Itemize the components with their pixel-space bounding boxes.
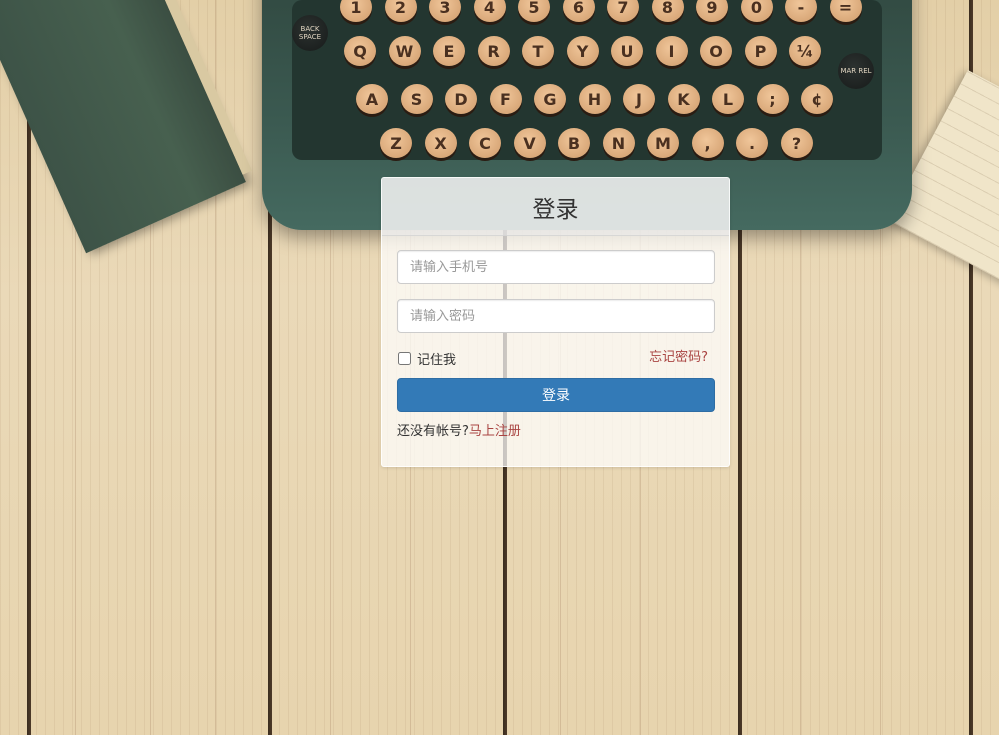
typewriter-key: ; (756, 84, 789, 114)
mar-rel-label: MAR REL (840, 67, 872, 75)
typewriter-key: U (611, 36, 643, 66)
remember-me[interactable]: 记住我 (397, 349, 457, 368)
typewriter-key: T (522, 36, 554, 66)
password-input[interactable] (397, 299, 715, 333)
back-space-label: BACK SPACE (298, 25, 322, 41)
login-button[interactable]: 登录 (397, 378, 715, 412)
login-title: 登录 (532, 196, 579, 223)
typewriter-key: S (400, 84, 433, 114)
typewriter-key: R (477, 36, 510, 66)
typewriter-key: B (558, 128, 590, 158)
typewriter-key: F (489, 84, 522, 114)
register-prompt: 还没有帐号?马上注册 (397, 423, 521, 441)
typewriter-key: W (388, 36, 421, 66)
typewriter-key: ¢ (801, 84, 833, 114)
remember-me-label: 记住我 (417, 352, 457, 368)
mar-rel-key: MAR REL (838, 53, 874, 89)
login-panel: 登录 记住我 忘记密码? 登录 还没有帐号?马上注册 (381, 177, 730, 467)
typewriter-key: N (602, 128, 635, 158)
typewriter-key: , (691, 128, 724, 158)
typewriter-key: Z (380, 128, 412, 158)
typewriter-key: G (534, 84, 566, 114)
typewriter-key: O (700, 36, 732, 66)
typewriter-key: A (356, 84, 388, 114)
typewriter-key: Q (344, 36, 376, 66)
typewriter-key: . (736, 128, 768, 158)
typewriter-key: Y (566, 36, 599, 66)
no-account-text: 还没有帐号? (397, 424, 469, 439)
typewriter-key: I (655, 36, 688, 66)
login-panel-header: 登录 (382, 178, 729, 236)
typewriter-key: V (513, 128, 546, 158)
register-link[interactable]: 马上注册 (469, 424, 521, 439)
remember-me-checkbox[interactable] (398, 351, 411, 365)
typewriter-key: K (667, 84, 700, 114)
typewriter-key: X (424, 128, 457, 158)
forgot-password-link[interactable]: 忘记密码? (649, 349, 708, 367)
phone-input[interactable] (397, 250, 715, 284)
typewriter-key: M (647, 128, 679, 158)
typewriter-key: C (469, 128, 501, 158)
back-space-key: BACK SPACE (292, 15, 328, 51)
typewriter-key: H (578, 84, 611, 114)
typewriter-key: P (744, 36, 777, 66)
typewriter-key: D (445, 84, 477, 114)
typewriter-key: ¼ (789, 36, 821, 66)
typewriter-key: L (712, 84, 744, 114)
typewriter-key: E (433, 36, 465, 66)
typewriter-key: J (623, 84, 655, 114)
typewriter-key: ? (780, 128, 813, 158)
